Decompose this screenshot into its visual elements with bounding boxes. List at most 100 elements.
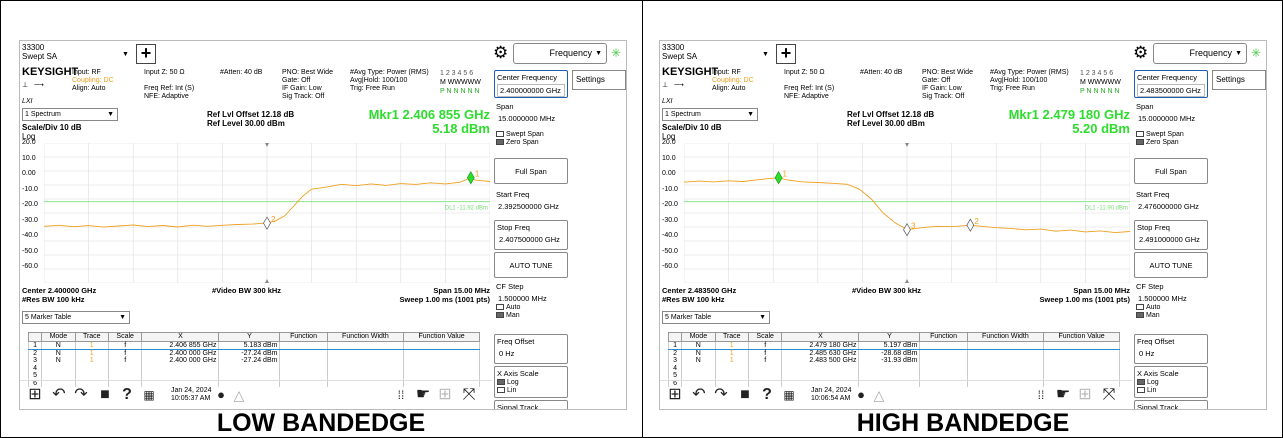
table-window-select[interactable]: 5 Marker Table ▼ <box>22 311 130 324</box>
table-row[interactable]: 5 <box>27 372 480 380</box>
freq-offset-key[interactable]: Freq Offset 0 Hz <box>1134 334 1208 364</box>
x-log-option[interactable]: Log <box>1137 379 1205 387</box>
trace-detectors: P N N N N N <box>440 88 480 95</box>
cf-step-key[interactable]: CF Step 1.500000 MHz Auto Man <box>494 280 568 334</box>
cf-auto-option[interactable]: Auto <box>496 304 566 312</box>
stop-freq-value[interactable]: 2.491000000 GHz <box>1137 234 1205 245</box>
zero-span-option[interactable]: Zero Span <box>496 139 566 147</box>
zero-span-option[interactable]: Zero Span <box>1136 139 1206 147</box>
gear-icon[interactable]: ⚙ <box>493 44 509 62</box>
cf-step-value[interactable]: 1.500000 MHz <box>1136 293 1206 304</box>
auto-tune-button[interactable]: AUTO TUNE <box>494 252 568 278</box>
windows-icon[interactable]: ⊞ <box>26 386 44 404</box>
table-row[interactable]: 2 N 1 f 2.485 630 GHz -28.68 dBm <box>667 349 1120 357</box>
cf-man-option[interactable]: Man <box>496 312 566 320</box>
maximize-icon[interactable]: ⤧ <box>1100 386 1118 404</box>
measurement-menu[interactable]: Frequency ▼ <box>1153 43 1247 64</box>
auto-tune-button[interactable]: AUTO TUNE <box>1134 252 1208 278</box>
center-frequency-value[interactable]: 2.483500000 GHz <box>1137 84 1205 97</box>
span-key[interactable]: Span 15.0000000 MHz <box>1134 100 1208 130</box>
table-row[interactable]: 5 <box>667 372 1120 380</box>
start-freq-key[interactable]: Start Freq 2.392500000 GHz <box>494 188 568 218</box>
signal-track-key[interactable]: Signal Track (Span Zoom) <box>1134 400 1208 409</box>
stop-freq-key[interactable]: Stop Freq 2.491000000 GHz <box>1134 220 1208 250</box>
center-frequency-value[interactable]: 2.400000000 GHz <box>497 84 565 97</box>
span-key-value[interactable]: 15.0000000 MHz <box>1136 113 1206 124</box>
maximize-icon[interactable]: ⤧ <box>460 386 478 404</box>
swept-span-option[interactable]: Swept Span <box>1136 131 1206 139</box>
span-key-value[interactable]: 15.0000000 MHz <box>496 113 566 124</box>
gear-icon[interactable]: ⚙ <box>1133 44 1149 62</box>
stop-freq-key[interactable]: Stop Freq 2.407500000 GHz <box>494 220 568 250</box>
touch-icon[interactable]: ☛ <box>1054 386 1072 404</box>
stop-freq-value[interactable]: 2.407500000 GHz <box>497 234 565 245</box>
folder-icon[interactable]: ■ <box>96 386 114 404</box>
table-row[interactable]: 3 N 1 f 2.483 500 GHz -31.93 dBm <box>667 357 1120 365</box>
table-header: Y <box>218 332 281 342</box>
span-key[interactable]: Span 15.0000000 MHz <box>494 100 568 130</box>
table-row[interactable]: 2 N 1 f 2.400 000 GHz -27.24 dBm <box>27 349 480 357</box>
grid-icon[interactable]: ⊞ <box>436 386 454 404</box>
calendar-icon: ▦ <box>783 388 795 402</box>
center-frequency-key[interactable]: Center Frequency 2.483500000 GHz <box>1134 70 1208 98</box>
full-span-button[interactable]: Full Span <box>494 158 568 184</box>
windows-icon[interactable]: ⊞ <box>666 386 684 404</box>
center-frequency-key[interactable]: Center Frequency 2.400000000 GHz <box>494 70 568 98</box>
warning-icon[interactable]: △ <box>870 386 888 404</box>
start-freq-value[interactable]: 2.392500000 GHz <box>496 201 566 212</box>
swept-span-option[interactable]: Swept Span <box>496 131 566 139</box>
touch-icon[interactable]: ☛ <box>414 386 432 404</box>
undo-icon[interactable]: ↶ <box>690 386 708 404</box>
freq-offset-key[interactable]: Freq Offset 0 Hz <box>494 334 568 364</box>
warning-icon[interactable]: △ <box>230 386 248 404</box>
spectrum-graph[interactable]: DL1 -11.92 dBm 1 2 <box>43 142 491 284</box>
measurement-menu[interactable]: Frequency ▼ <box>513 43 607 64</box>
add-screen-button[interactable]: + <box>776 44 796 64</box>
redo-icon[interactable]: ↷ <box>72 386 90 404</box>
x-lin-option[interactable]: Lin <box>497 387 565 395</box>
cf-step-value[interactable]: 1.500000 MHz <box>496 293 566 304</box>
freq-offset-value[interactable]: 0 Hz <box>1137 348 1205 359</box>
span-key-label: Span <box>496 102 514 111</box>
span-mode-radio[interactable]: Swept Span Zero Span <box>494 131 568 155</box>
cf-step-key[interactable]: CF Step 1.500000 MHz Auto Man <box>1134 280 1208 334</box>
x-axis-scale-key[interactable]: X Axis Scale Log Lin <box>494 366 568 398</box>
zero-span-label: Zero Span <box>506 139 539 146</box>
mode-selector[interactable]: 33300 Swept SA ▼ <box>22 43 130 65</box>
x-axis-scale-key[interactable]: X Axis Scale Log Lin <box>1134 366 1208 398</box>
x-log-option[interactable]: Log <box>497 379 565 387</box>
help-icon[interactable]: ? <box>118 386 136 404</box>
settings-tab[interactable]: Settings <box>1212 70 1266 90</box>
table-row[interactable]: 1 N 1 f 2.406 855 GHz 5.183 dBm <box>27 341 480 350</box>
spectrum-window-select[interactable]: 1 Spectrum ▼ <box>662 108 758 121</box>
marker-frequency: Mkr1 2.406 855 GHz <box>368 107 490 122</box>
table-row[interactable]: 1 N 1 f 2.479 180 GHz 5.197 dBm <box>667 341 1120 350</box>
redo-icon[interactable]: ↷ <box>712 386 730 404</box>
table-window-select[interactable]: 5 Marker Table ▼ <box>662 311 770 324</box>
table-row[interactable]: 4 <box>667 364 1120 372</box>
spectrum-window-select[interactable]: 1 Spectrum ▼ <box>22 108 118 121</box>
table-row[interactable]: 4 <box>27 364 480 372</box>
message-icon[interactable]: ● <box>852 386 870 404</box>
layout-icon[interactable]: ⁞⁞ <box>392 386 410 404</box>
freq-offset-value[interactable]: 0 Hz <box>497 348 565 359</box>
help-icon[interactable]: ? <box>758 386 776 404</box>
add-screen-button[interactable]: + <box>136 44 156 64</box>
cf-auto-option[interactable]: Auto <box>1136 304 1206 312</box>
folder-icon[interactable]: ■ <box>736 386 754 404</box>
spectrum-graph[interactable]: DL1 -11.90 dBm 1 2 3 <box>683 142 1131 284</box>
cf-man-option[interactable]: Man <box>1136 312 1206 320</box>
x-lin-option[interactable]: Lin <box>1137 387 1205 395</box>
grid-icon[interactable]: ⊞ <box>1076 386 1094 404</box>
settings-tab[interactable]: Settings <box>572 70 626 90</box>
undo-icon[interactable]: ↶ <box>50 386 68 404</box>
message-icon[interactable]: ● <box>212 386 230 404</box>
mode-selector[interactable]: 33300 Swept SA ▼ <box>662 43 770 65</box>
start-freq-value[interactable]: 2.476000000 GHz <box>1136 201 1206 212</box>
span-mode-radio[interactable]: Swept Span Zero Span <box>1134 131 1208 155</box>
start-freq-key[interactable]: Start Freq 2.476000000 GHz <box>1134 188 1208 218</box>
full-span-button[interactable]: Full Span <box>1134 158 1208 184</box>
signal-track-key[interactable]: Signal Track (Span Zoom) <box>494 400 568 409</box>
table-row[interactable]: 3 N 1 f 2.400 000 GHz -27.24 dBm <box>27 357 480 365</box>
layout-icon[interactable]: ⁞⁞ <box>1032 386 1050 404</box>
